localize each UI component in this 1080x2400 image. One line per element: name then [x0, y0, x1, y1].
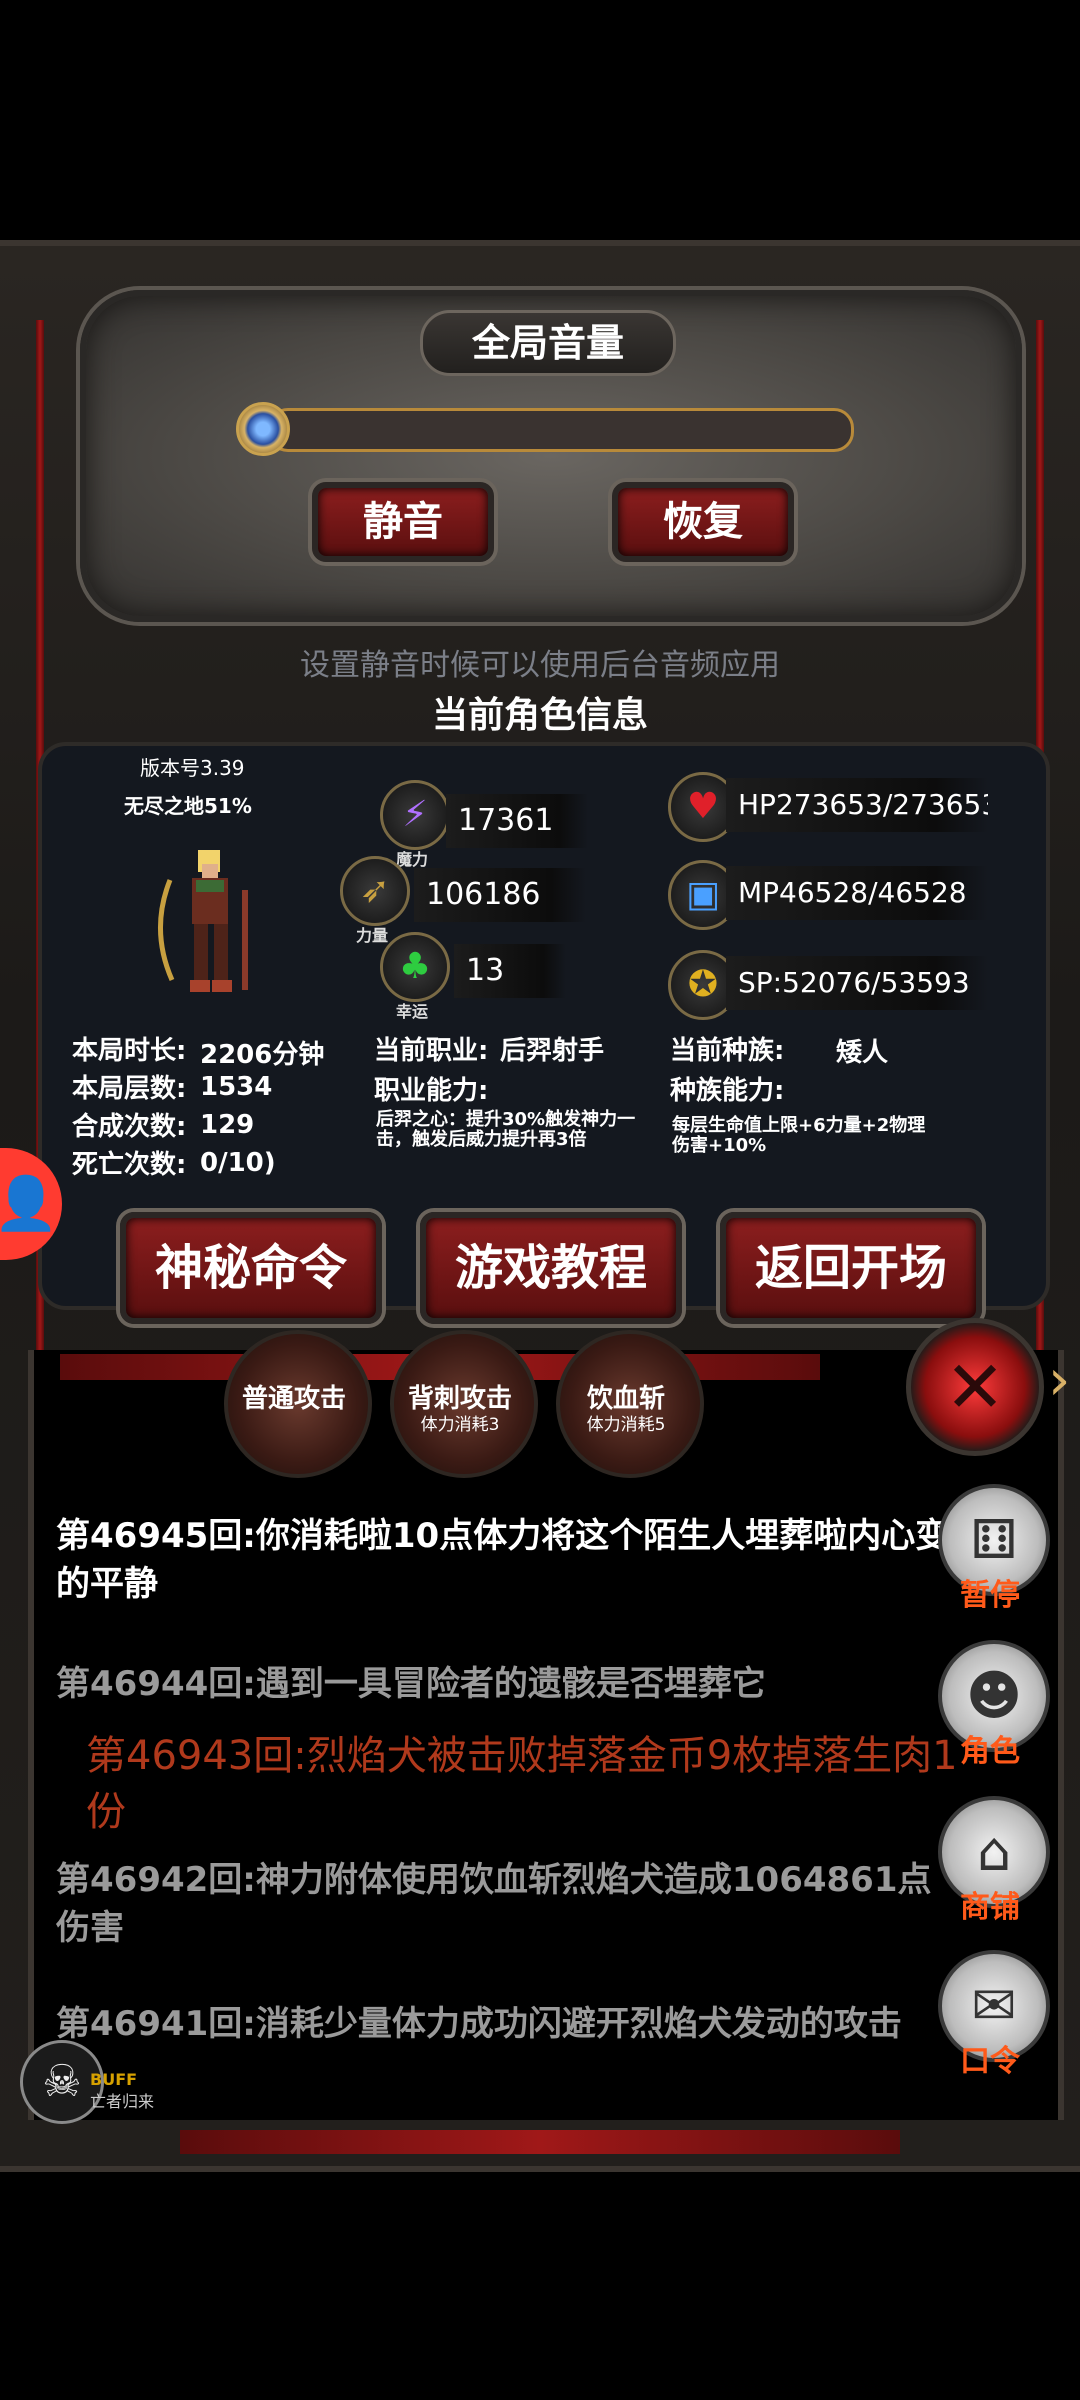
- job-ability-text: 后羿之心：提升30%触发神力一击，触发后威力提升再3倍: [376, 1109, 636, 1150]
- stat-label: 本局时长:: [72, 1036, 187, 1066]
- stat-label: 本局层数:: [72, 1074, 187, 1104]
- job-ability-label: 职业能力:: [374, 1076, 489, 1106]
- log-entry-highlight: 第46943回:烈焰犬被击败掉落金币9枚掉落生肉1份: [86, 1733, 958, 1835]
- stat-value: 2206分钟: [200, 1040, 325, 1070]
- volume-title: 全局音量: [420, 310, 676, 376]
- log-entry: 第46945回:你消耗啦10点体力将这个陌生人埋葬啦内心变的平静: [56, 1516, 950, 1604]
- stat-value: 1534: [200, 1072, 273, 1102]
- secret-command-button[interactable]: 神秘命令: [120, 1212, 382, 1324]
- stats-values: 2206分钟 1534 129 0/10): [200, 1034, 324, 1186]
- shop-label: 商铺: [960, 1890, 1020, 1925]
- luck-value: 13: [454, 944, 566, 998]
- pause-label: 暂停: [960, 1578, 1020, 1613]
- volume-slider-track[interactable]: [268, 408, 854, 452]
- tutorial-button[interactable]: 游戏教程: [420, 1212, 682, 1324]
- clover-icon: ♣: [380, 932, 450, 1002]
- hp-value: HP273653/273653: [726, 778, 988, 832]
- magic-icon: ⚡: [380, 780, 450, 850]
- stat-label: 合成次数:: [72, 1112, 187, 1142]
- strength-value: 106186: [414, 868, 586, 922]
- zone-label: 无尽之地51%: [124, 794, 252, 818]
- mp-value: MP46528/46528: [726, 866, 988, 920]
- magic-value: 17361: [446, 794, 588, 848]
- chevron-right-icon[interactable]: ›: [1048, 1348, 1070, 1413]
- char-info-title: 当前角色信息: [431, 695, 648, 736]
- role-label: 角色: [960, 1734, 1020, 1769]
- back-to-start-button[interactable]: 返回开场: [720, 1212, 982, 1324]
- character-sprite: [157, 850, 248, 992]
- volume-slider-handle[interactable]: [236, 402, 290, 456]
- restore-button[interactable]: 恢复: [612, 482, 794, 562]
- sp-value: SP:52076/53593: [726, 956, 988, 1010]
- job-value: 后羿射手: [500, 1036, 605, 1066]
- race-ability-label: 种族能力:: [670, 1076, 785, 1106]
- mute-button[interactable]: 静音: [312, 482, 494, 562]
- skill-name: 普通攻击: [241, 1384, 346, 1414]
- luck-caption: 幸运: [395, 1002, 428, 1021]
- stat-value: 0/10): [200, 1148, 276, 1178]
- race-value: 矮人: [836, 1038, 889, 1068]
- stat-value: 129: [200, 1110, 255, 1140]
- buff-name: 亡者归来: [90, 2092, 155, 2111]
- log-entry: 第46942回:神力附体使用饮血斩烈焰犬造成1064861点伤害: [56, 1860, 932, 1948]
- close-icon[interactable]: ✕: [906, 1318, 1044, 1456]
- version-label: 版本号3.39: [140, 756, 245, 780]
- race-ability-text: 每层生命值上限+6力量+2物理伤害+10%: [672, 1115, 926, 1156]
- log-entry: 第46944回:遇到一具冒险者的遗骸是否埋葬它: [56, 1664, 766, 1704]
- code-label: 口令: [960, 2044, 1020, 2079]
- log-entry: 第46941回:消耗少量体力成功闪避开烈焰犬发动的攻击: [56, 2004, 902, 2044]
- buff-label: BUFF: [90, 2070, 138, 2089]
- volume-hint: 设置静音时候可以使用后台音频应用: [300, 648, 780, 683]
- log-bottom-bar: [180, 2130, 900, 2154]
- bow-icon: ➶: [340, 856, 410, 926]
- stats-list: 本局时长: 本局层数: 合成次数: 死亡次数:: [72, 1030, 186, 1182]
- job-label: 当前职业:: [374, 1036, 489, 1066]
- skill-cost: 体力消耗3: [420, 1415, 500, 1435]
- skill-cost: 体力消耗5: [586, 1415, 666, 1435]
- race-label: 当前种族:: [670, 1036, 785, 1066]
- stat-label: 死亡次数:: [72, 1150, 187, 1180]
